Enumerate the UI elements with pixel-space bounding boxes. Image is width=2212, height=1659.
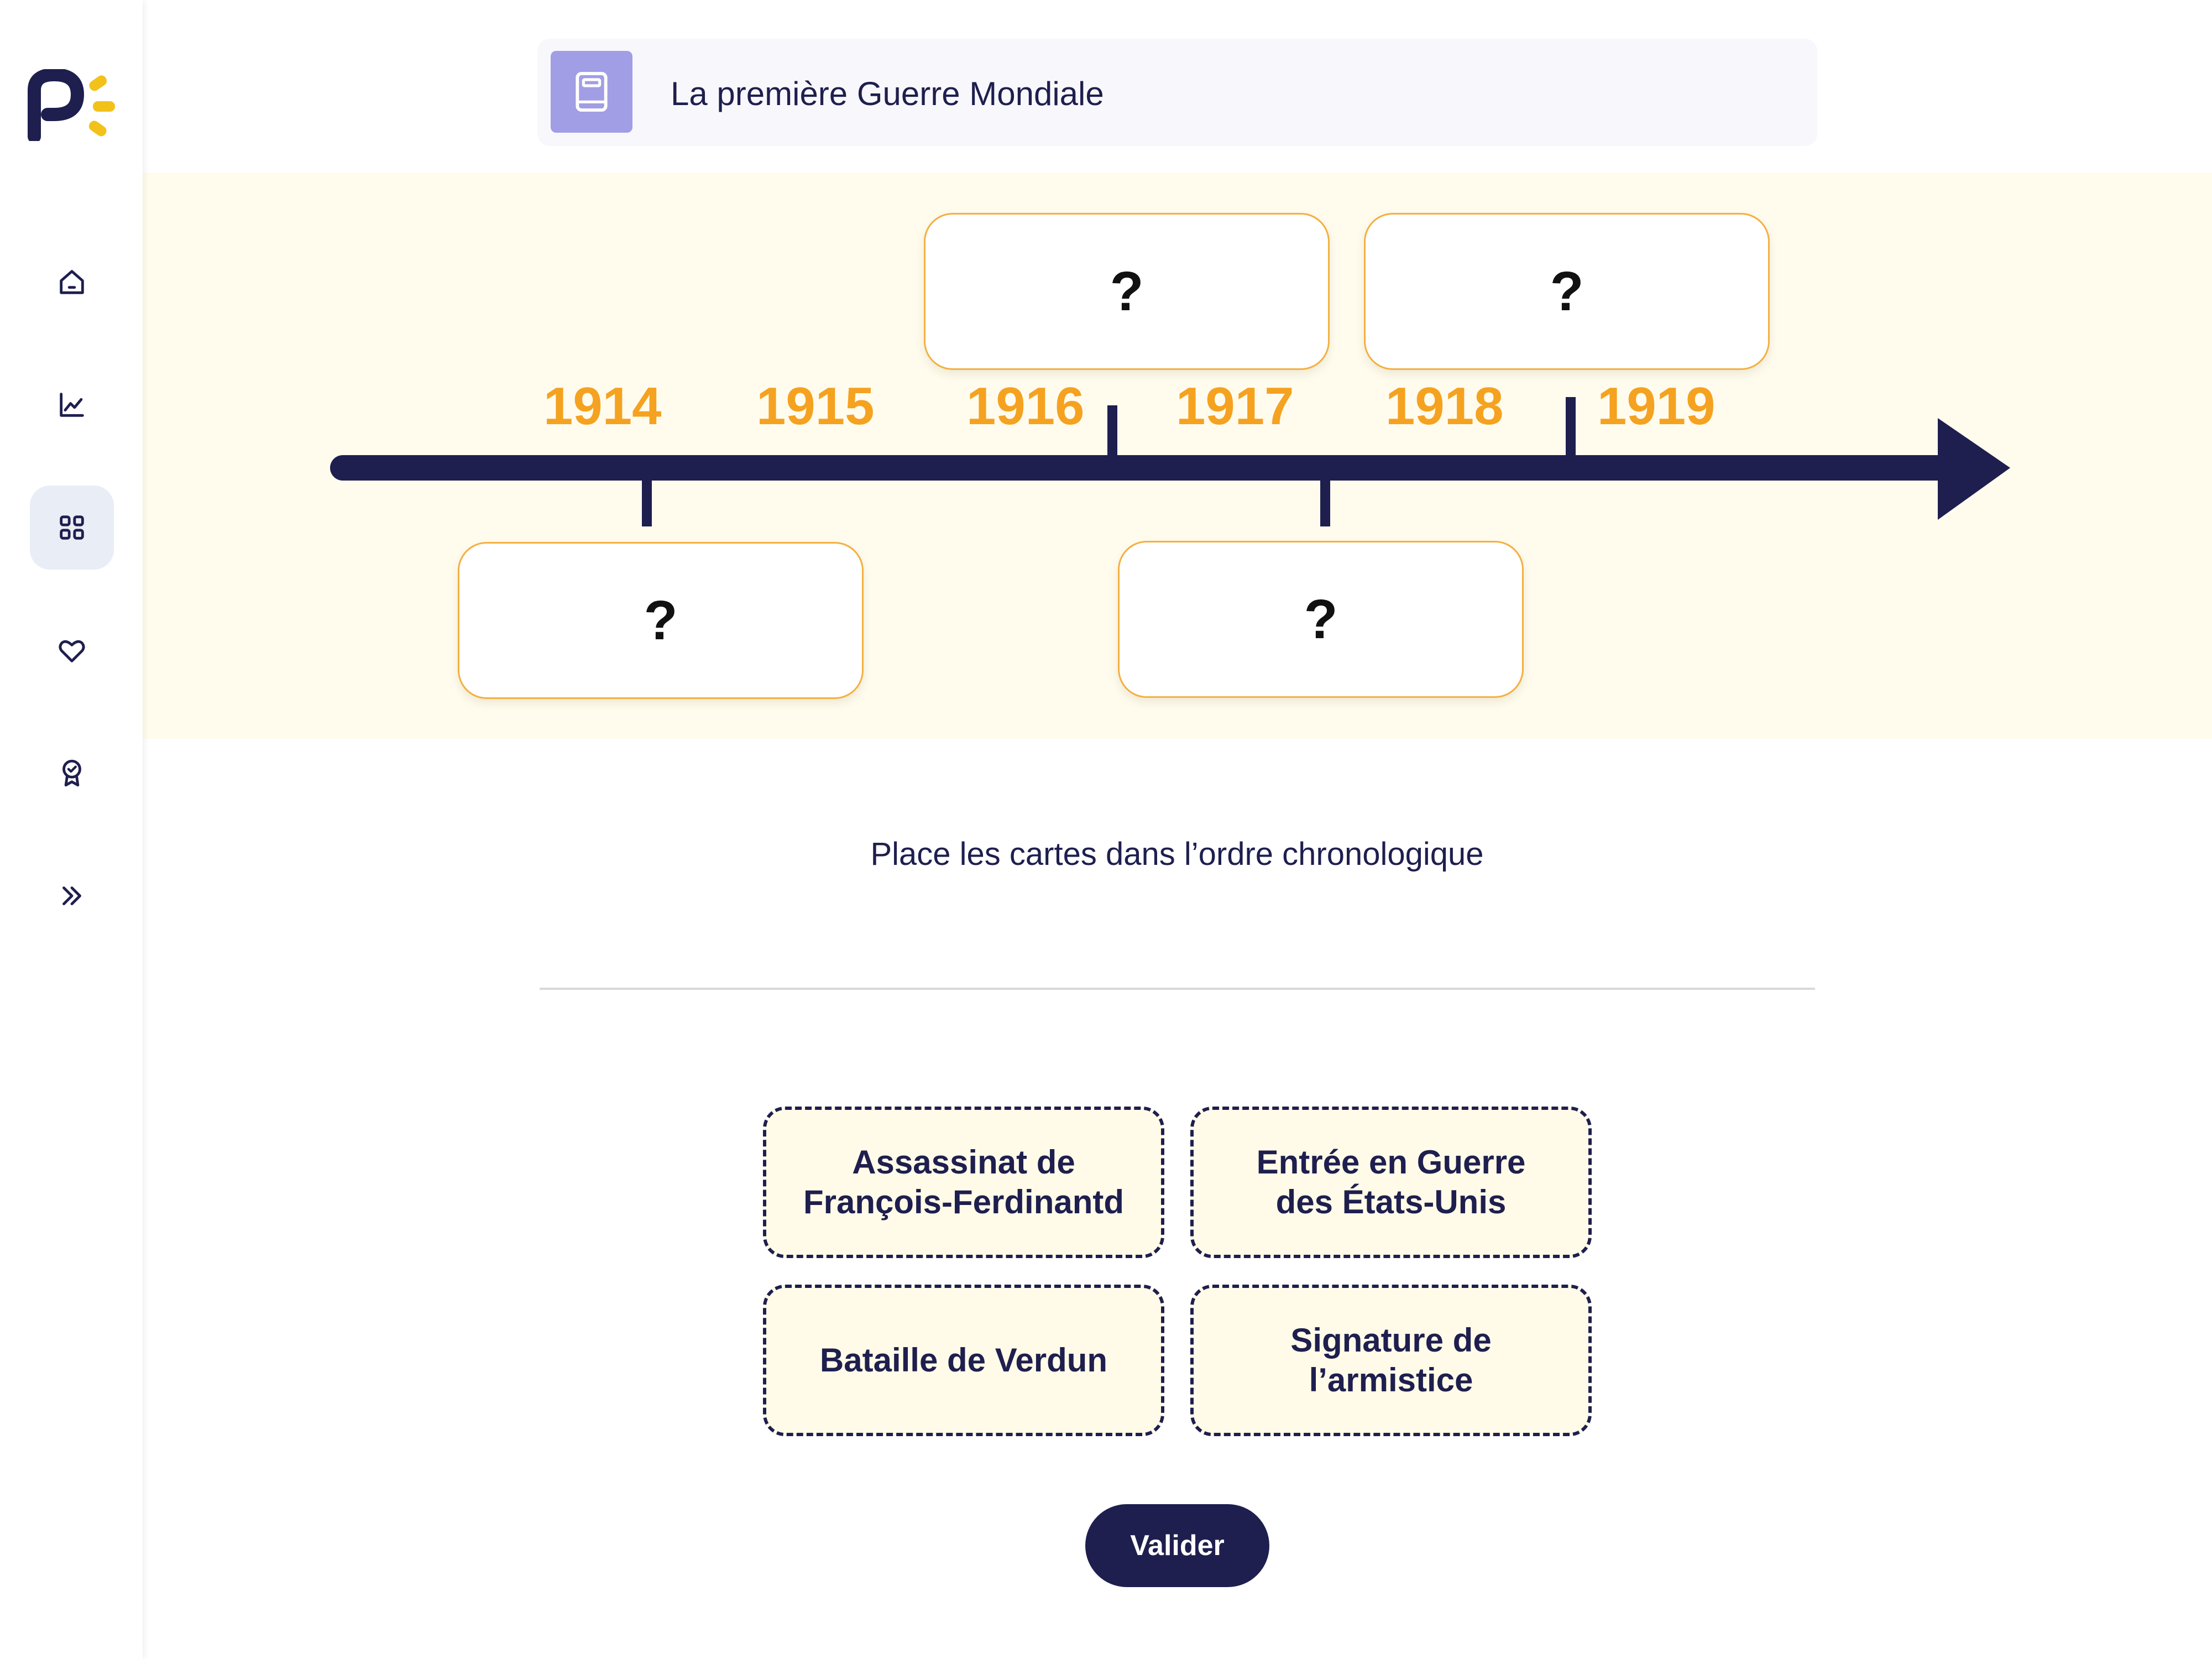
nav-achievements[interactable] xyxy=(30,731,114,815)
nav-progress[interactable] xyxy=(30,363,114,447)
award-icon xyxy=(62,759,81,787)
drop-slot[interactable]: ? xyxy=(458,542,864,699)
tick-down-1 xyxy=(642,479,652,526)
year-label: 1917 xyxy=(1176,377,1294,436)
year-label: 1919 xyxy=(1597,377,1716,436)
nav-home[interactable] xyxy=(30,240,114,324)
chart-line-icon xyxy=(60,393,84,417)
app-logo[interactable] xyxy=(28,68,122,143)
grid-icon xyxy=(60,515,84,540)
nav-favorites[interactable] xyxy=(30,608,114,692)
nav-activities[interactable] xyxy=(30,486,114,570)
nav-expand[interactable] xyxy=(30,854,114,938)
year-label: 1915 xyxy=(756,377,875,436)
home-icon xyxy=(60,270,84,294)
instruction-wrap: Place les cartes dans l’ordre chronologi… xyxy=(0,832,2212,877)
validate-button[interactable]: Valider xyxy=(1085,1504,1269,1587)
divider xyxy=(540,988,1815,990)
double-chevron-right-icon xyxy=(62,886,81,905)
instruction-text: Place les cartes dans l’ordre chronologi… xyxy=(870,836,1484,872)
year-label: 1916 xyxy=(966,377,1085,436)
logo-mark xyxy=(28,68,115,143)
event-card[interactable]: Assassinat de François-Ferdinantd xyxy=(763,1107,1164,1258)
sidebar xyxy=(0,0,143,1659)
event-card[interactable]: Signature de l’armistice xyxy=(1190,1285,1592,1436)
event-card[interactable]: Entrée en Guerre des États-Unis xyxy=(1190,1107,1592,1258)
event-card-label: Entrée en Guerre des États-Unis xyxy=(1256,1144,1526,1220)
event-card-label: Signature de l’armistice xyxy=(1290,1322,1492,1399)
year-label: 1918 xyxy=(1385,377,1504,436)
drop-slot[interactable]: ? xyxy=(924,213,1330,370)
axis-arrowhead xyxy=(1938,418,2010,520)
event-card[interactable]: Bataille de Verdun xyxy=(763,1285,1164,1436)
event-card-label: Assassinat de François-Ferdinantd xyxy=(803,1144,1125,1220)
year-label: 1914 xyxy=(543,377,662,436)
tick-up-1 xyxy=(1107,405,1117,457)
drop-slot[interactable]: ? xyxy=(1364,213,1770,370)
tick-down-2 xyxy=(1320,479,1330,526)
timeline-axis xyxy=(330,397,2010,526)
drop-slot[interactable]: ? xyxy=(1118,541,1524,698)
event-card-label: Bataille de Verdun xyxy=(819,1342,1108,1379)
tick-up-2 xyxy=(1566,397,1576,457)
heart-icon xyxy=(59,640,85,662)
